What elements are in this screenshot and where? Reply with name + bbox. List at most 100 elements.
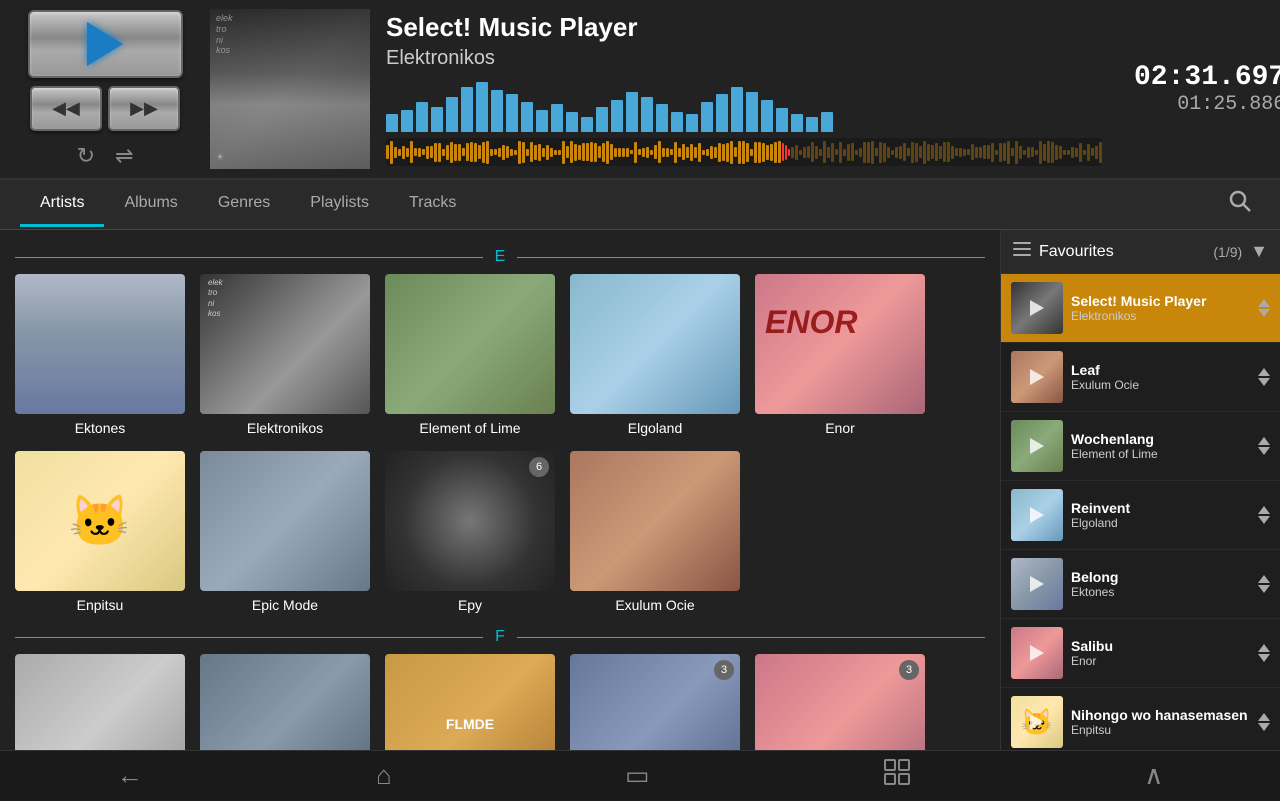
arrow-down-1[interactable]: [1258, 309, 1270, 317]
artist-item-f4[interactable]: 3: [570, 654, 740, 750]
artist-row-e2: 🐱 Enpitsu Epic Mode 6 Epy: [15, 451, 985, 613]
playlist-arrows-7[interactable]: [1258, 713, 1270, 731]
playlist-artist-1: Elektronikos: [1071, 309, 1250, 323]
spectrum-bar: [701, 102, 713, 132]
artist-item-f2[interactable]: [200, 654, 370, 750]
playlist-arrows-1[interactable]: [1258, 299, 1270, 317]
playlist-artist-4: Elgoland: [1071, 516, 1250, 530]
artist-item-exulum[interactable]: Exulum Ocie: [570, 451, 740, 613]
artist-item-element[interactable]: Element of Lime: [385, 274, 555, 436]
tab-artists[interactable]: Artists: [20, 182, 104, 227]
arrow-up-6[interactable]: [1258, 644, 1270, 652]
artist-row-f: FLMDE 3 3: [15, 654, 985, 750]
arrow-up-1[interactable]: [1258, 299, 1270, 307]
waveform[interactable]: // Generate waveform bars inline via JS: [386, 138, 1102, 166]
next-icon: ▶▶: [130, 98, 158, 119]
playlist-item-5[interactable]: Belong Ektones: [1001, 550, 1280, 619]
playlist-arrows-6[interactable]: [1258, 644, 1270, 662]
artist-item-epic[interactable]: Epic Mode: [200, 451, 370, 613]
search-icon[interactable]: [1220, 181, 1260, 228]
playlist-item-1[interactable]: Select! Music Player Elektronikos: [1001, 274, 1280, 343]
playlist-name-4: Reinvent: [1071, 500, 1250, 516]
play-icon-4: [1030, 507, 1044, 523]
arrow-down-5[interactable]: [1258, 585, 1270, 593]
bottom-nav: ← ⌂ ▭ ∧: [0, 750, 1280, 800]
playlist-arrows-5[interactable]: [1258, 575, 1270, 593]
spectrum-bar: [806, 117, 818, 132]
grid-button[interactable]: [863, 750, 931, 801]
controls-left: ◀◀ ▶▶ ↻ ⇌: [0, 0, 210, 179]
scroll-up-button[interactable]: ∧: [1124, 752, 1183, 799]
tab-genres[interactable]: Genres: [198, 182, 290, 227]
spectrum-bar: [731, 87, 743, 132]
arrow-down-7[interactable]: [1258, 723, 1270, 731]
play-icon-1: [1030, 300, 1044, 316]
artist-thumb-epy: 6: [385, 451, 555, 591]
repeat-button[interactable]: ↻: [77, 143, 95, 169]
playlist-arrows-2[interactable]: [1258, 368, 1270, 386]
playlist-info-3: Wochenlang Element of Lime: [1063, 431, 1258, 461]
tab-tracks[interactable]: Tracks: [389, 182, 476, 227]
back-button[interactable]: ←: [97, 752, 163, 799]
artist-item-ektones[interactable]: Ektones: [15, 274, 185, 436]
playlist-arrows-4[interactable]: [1258, 506, 1270, 524]
arrow-up-2[interactable]: [1258, 368, 1270, 376]
arrow-down-3[interactable]: [1258, 447, 1270, 455]
arrow-down-6[interactable]: [1258, 654, 1270, 662]
spectrum-bar: [551, 104, 563, 132]
artist-row-e: Ektones elektronikos Elektronikos Elemen…: [15, 274, 985, 436]
panel-title: Favourites: [1039, 243, 1213, 261]
artist-item-f1[interactable]: [15, 654, 185, 750]
panel-dropdown-button[interactable]: ▼: [1250, 241, 1268, 262]
artist-item-enor[interactable]: ENOR Enor: [755, 274, 925, 436]
playlist-item-3[interactable]: Wochenlang Element of Lime: [1001, 412, 1280, 481]
play-button[interactable]: [28, 10, 183, 78]
divider-line: [15, 257, 483, 258]
arrow-up-3[interactable]: [1258, 437, 1270, 445]
arrow-down-2[interactable]: [1258, 378, 1270, 386]
time-elapsed: 01:25.886: [1177, 93, 1280, 116]
playlist-name-1: Select! Music Player: [1071, 293, 1250, 309]
shuffle-button[interactable]: ⇌: [115, 143, 133, 169]
list-icon: [1013, 240, 1031, 263]
playlist-items: Select! Music Player Elektronikos Leaf E…: [1001, 274, 1280, 750]
arrow-up-7[interactable]: [1258, 713, 1270, 721]
playlist-info-4: Reinvent Elgoland: [1063, 500, 1258, 530]
artist-label-enor: Enor: [825, 420, 855, 436]
playlist-item-6[interactable]: Salibu Enor: [1001, 619, 1280, 688]
nav-tabs: Artists Albums Genres Playlists Tracks: [0, 180, 1280, 230]
play-icon-5: [1030, 576, 1044, 592]
next-button[interactable]: ▶▶: [108, 86, 180, 131]
play-icon-6: [1030, 645, 1044, 661]
playlist-arrows-3[interactable]: [1258, 437, 1270, 455]
player-bar: ◀◀ ▶▶ ↻ ⇌ elektronikos ☀ Select! Music P…: [0, 0, 1280, 180]
tab-albums[interactable]: Albums: [104, 182, 197, 227]
recent-apps-button[interactable]: ▭: [605, 752, 670, 799]
artist-item-f5[interactable]: 3: [755, 654, 925, 750]
prev-button[interactable]: ◀◀: [30, 86, 102, 131]
spectrum-bar: [686, 114, 698, 132]
artist-item-epy[interactable]: 6 Epy: [385, 451, 555, 613]
arrow-up-5[interactable]: [1258, 575, 1270, 583]
artist-item-f3[interactable]: FLMDE: [385, 654, 555, 750]
artist-item-elektronikos[interactable]: elektronikos Elektronikos: [200, 274, 370, 436]
artist-thumb-f1: [15, 654, 185, 750]
time-total: 02:31.697: [1134, 62, 1280, 93]
playlist-item-4[interactable]: Reinvent Elgoland: [1001, 481, 1280, 550]
panel-header: Favourites (1/9) ▼: [1001, 230, 1280, 274]
artist-thumb-f4: 3: [570, 654, 740, 750]
spectrum-bar: [401, 110, 413, 132]
playlist-item-7[interactable]: 🐱 Nihongo wo hanasemasen Enpitsu: [1001, 688, 1280, 750]
spectrum-bar: [566, 112, 578, 132]
playlist-item-2[interactable]: Leaf Exulum Ocie: [1001, 343, 1280, 412]
artist-item-enpitsu[interactable]: 🐱 Enpitsu: [15, 451, 185, 613]
home-button[interactable]: ⌂: [356, 752, 412, 799]
tab-playlists[interactable]: Playlists: [290, 182, 389, 227]
arrow-down-4[interactable]: [1258, 516, 1270, 524]
artist-item-elgoland[interactable]: Elgoland: [570, 274, 740, 436]
arrow-up-4[interactable]: [1258, 506, 1270, 514]
playlist-name-5: Belong: [1071, 569, 1250, 585]
panel-count: (1/9): [1213, 244, 1242, 260]
spectrum-bar: [761, 100, 773, 132]
artist-thumb-element: [385, 274, 555, 414]
